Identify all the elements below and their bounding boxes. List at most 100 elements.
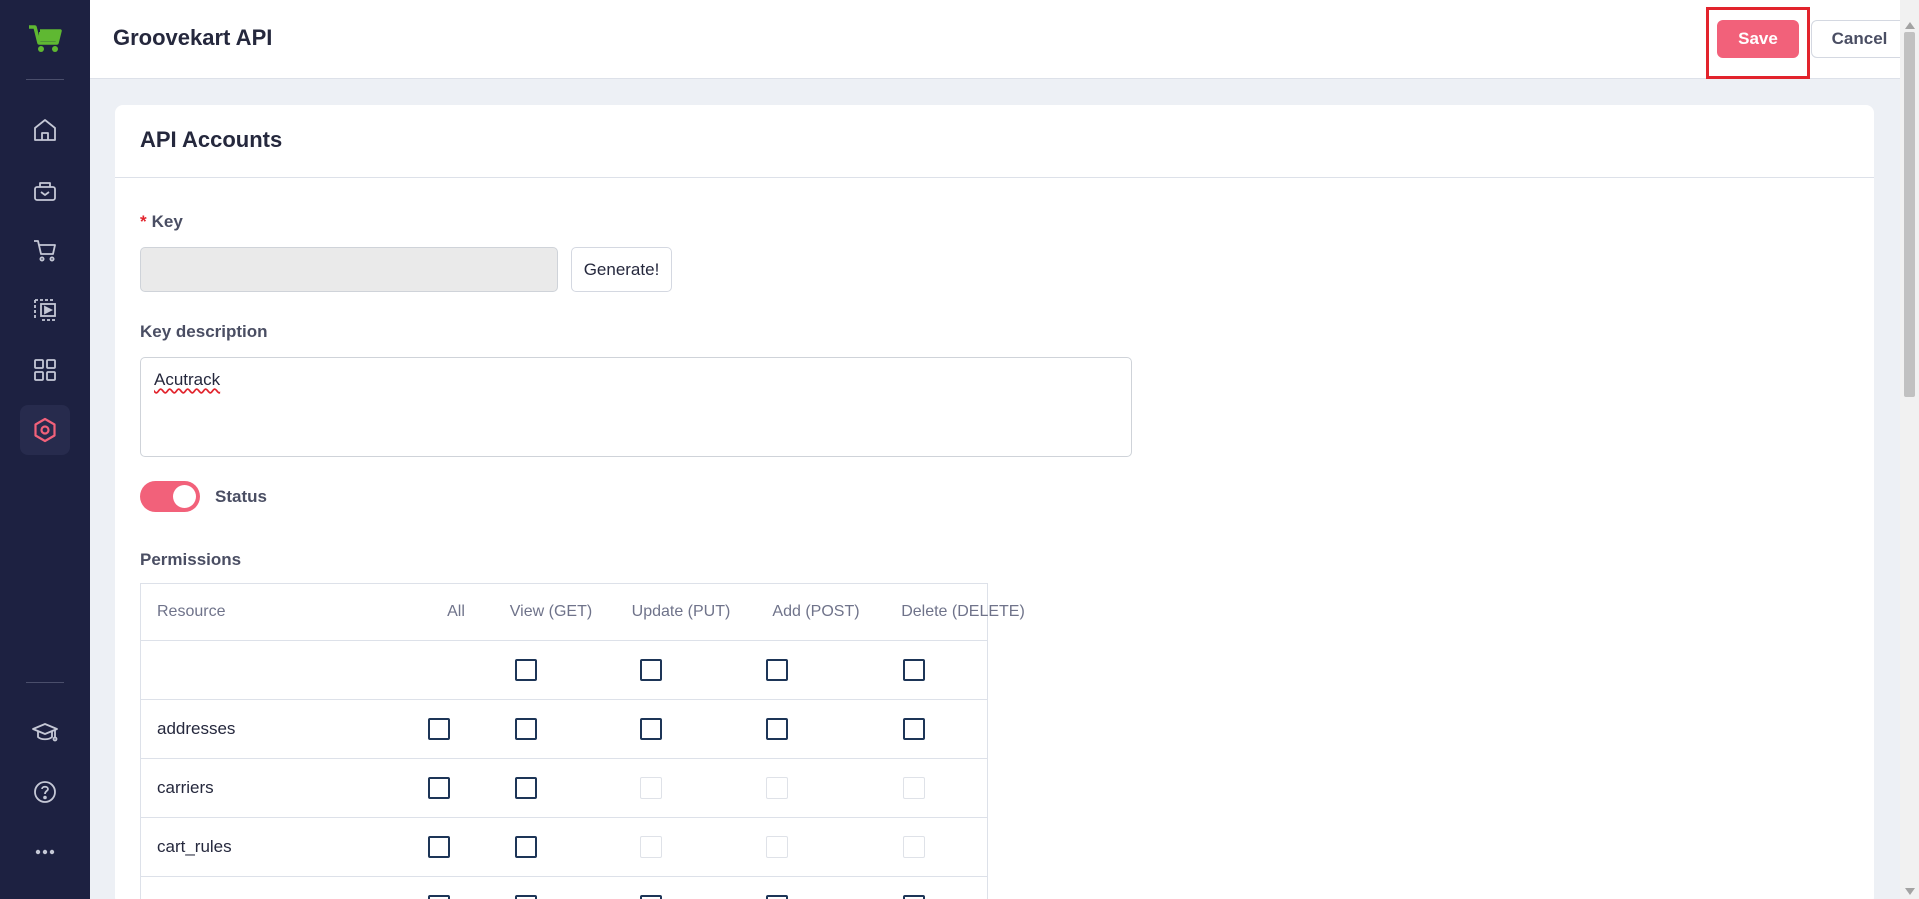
page-title: Groovekart API xyxy=(113,25,273,50)
permission-cell xyxy=(515,877,537,899)
catalog-icon xyxy=(34,182,56,201)
column-header-delete: Delete (DELETE) xyxy=(901,603,1025,620)
scroll-down-arrow-icon[interactable] xyxy=(1905,888,1915,895)
resource-name: cart_rules xyxy=(157,837,232,856)
checkbox-delete xyxy=(903,777,925,799)
status-toggle[interactable] xyxy=(140,481,200,512)
permissions-label: Permissions xyxy=(140,550,242,569)
sidebar-divider xyxy=(26,79,64,80)
sidebar-item-settings[interactable] xyxy=(20,405,70,455)
required-mark: * xyxy=(140,212,147,231)
groovekart-logo-icon[interactable] xyxy=(27,24,63,54)
permission-cell xyxy=(766,759,788,817)
table-row: cart_rules xyxy=(141,818,987,877)
checkbox-delete[interactable] xyxy=(903,895,925,899)
permission-cell xyxy=(903,877,925,899)
column-header-view-get: View (GET) xyxy=(509,603,593,620)
checkbox-delete xyxy=(903,836,925,858)
learning-icon xyxy=(32,723,58,742)
status-toggle-knob xyxy=(173,485,196,508)
checkbox-post xyxy=(766,777,788,799)
checkbox-all[interactable] xyxy=(428,895,450,899)
checkbox-put xyxy=(640,836,662,858)
scroll-up-arrow-icon[interactable] xyxy=(1905,22,1915,29)
checkbox-get[interactable] xyxy=(515,777,537,799)
sidebar xyxy=(0,0,90,899)
settings-icon xyxy=(34,417,56,443)
checkbox-put[interactable] xyxy=(640,718,662,740)
generate-key-button[interactable]: Generate! xyxy=(571,247,672,292)
table-row: addresses xyxy=(141,700,987,759)
permission-cell xyxy=(515,759,537,817)
scroll-thumb[interactable] xyxy=(1904,32,1915,397)
permissions-table-body: addresses carriers cart_rules xyxy=(141,641,987,899)
checkbox-delete[interactable] xyxy=(903,659,925,681)
permission-cell xyxy=(428,877,450,899)
marketing-icon xyxy=(34,299,56,321)
checkbox-get[interactable] xyxy=(515,659,537,681)
help-icon xyxy=(34,781,56,803)
permission-cell xyxy=(640,641,662,699)
permission-cell xyxy=(640,759,662,817)
resource-name: addresses xyxy=(157,719,236,738)
permission-cell xyxy=(640,818,662,876)
key-description-field[interactable]: Acutrack xyxy=(140,357,1132,457)
permission-cell xyxy=(766,641,788,699)
sidebar-item-help[interactable] xyxy=(20,767,70,817)
permission-cell xyxy=(515,818,537,876)
vertical-scrollbar[interactable] xyxy=(1900,0,1919,899)
permission-cell xyxy=(640,700,662,758)
permission-cell xyxy=(428,759,450,817)
key-input[interactable] xyxy=(140,247,558,292)
cart-icon xyxy=(34,240,56,262)
checkbox-put[interactable] xyxy=(640,659,662,681)
checkbox-post[interactable] xyxy=(766,659,788,681)
permission-cell xyxy=(640,877,662,899)
checkbox-put[interactable] xyxy=(640,895,662,899)
sidebar-item-apps[interactable] xyxy=(20,345,70,395)
key-label: * Key xyxy=(140,212,183,232)
checkbox-get[interactable] xyxy=(515,718,537,740)
sidebar-item-orders[interactable] xyxy=(20,225,70,275)
checkbox-get[interactable] xyxy=(515,895,537,899)
checkbox-all[interactable] xyxy=(428,718,450,740)
checkbox-post xyxy=(766,836,788,858)
table-row xyxy=(141,641,987,700)
checkbox-get[interactable] xyxy=(515,836,537,858)
permission-cell xyxy=(428,818,450,876)
key-description-value: Acutrack xyxy=(154,370,221,389)
column-header-all: All xyxy=(447,603,465,620)
permission-cell xyxy=(903,641,925,699)
apps-icon xyxy=(34,359,56,381)
sidebar-divider xyxy=(26,682,64,683)
sidebar-item-home[interactable] xyxy=(20,105,70,155)
permission-cell xyxy=(515,641,537,699)
more-icon xyxy=(35,849,55,855)
checkbox-post[interactable] xyxy=(766,895,788,899)
cancel-button[interactable]: Cancel xyxy=(1811,20,1908,58)
api-accounts-card: API Accounts * Key Generate! Key descript… xyxy=(115,105,1874,899)
permission-cell xyxy=(766,877,788,899)
permission-cell xyxy=(515,700,537,758)
key-description-label: Key description xyxy=(140,322,268,341)
sidebar-item-marketing[interactable] xyxy=(20,285,70,335)
column-header-add-post: Add (POST) xyxy=(772,603,860,620)
table-header-row: Resource All View (GET) Update (PUT) Add… xyxy=(141,584,1025,641)
card-title: API Accounts xyxy=(115,105,1874,178)
checkbox-all[interactable] xyxy=(428,836,450,858)
permission-cell xyxy=(903,700,925,758)
page-header: Groovekart API Save Cancel xyxy=(90,0,1908,79)
checkbox-delete[interactable] xyxy=(903,718,925,740)
sidebar-item-learning[interactable] xyxy=(20,707,70,757)
checkbox-post[interactable] xyxy=(766,718,788,740)
sidebar-item-catalog[interactable] xyxy=(20,165,70,215)
status-label: Status xyxy=(215,487,267,506)
checkbox-all[interactable] xyxy=(428,777,450,799)
home-icon xyxy=(34,119,56,141)
save-button[interactable]: Save xyxy=(1717,20,1799,58)
permission-cell xyxy=(766,818,788,876)
permission-cell xyxy=(903,759,925,817)
sidebar-item-more[interactable] xyxy=(20,827,70,877)
column-header-update-put: Update (PUT) xyxy=(631,603,731,620)
table-row: carriers xyxy=(141,759,987,818)
